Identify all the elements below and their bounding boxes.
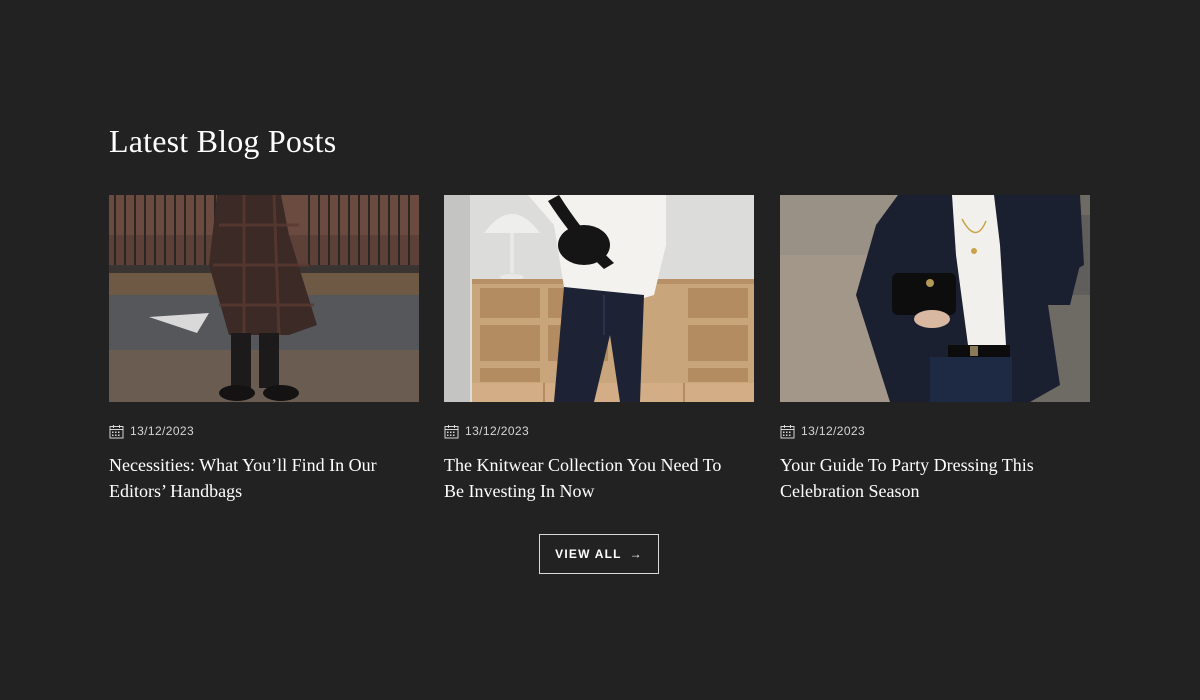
post-date: 13/12/2023 bbox=[801, 424, 866, 438]
post-image-navy-blazer bbox=[780, 195, 1090, 402]
view-all-label: VIEW ALL bbox=[555, 547, 622, 561]
post-image[interactable] bbox=[780, 195, 1090, 402]
blog-post-card: 13/12/2023 The Knitwear Collection You N… bbox=[444, 195, 754, 504]
post-date: 13/12/2023 bbox=[465, 424, 530, 438]
calendar-icon bbox=[444, 424, 459, 438]
arrow-right-icon: → bbox=[629, 547, 643, 561]
post-meta: 13/12/2023 bbox=[780, 423, 1090, 439]
calendar-icon bbox=[780, 424, 795, 438]
calendar-icon bbox=[109, 424, 124, 438]
post-title-link[interactable]: Your Guide To Party Dressing This Celebr… bbox=[780, 452, 1080, 504]
blog-post-card: 13/12/2023 Your Guide To Party Dressing … bbox=[780, 195, 1090, 504]
post-date: 13/12/2023 bbox=[130, 424, 195, 438]
post-image[interactable] bbox=[444, 195, 754, 402]
post-meta: 13/12/2023 bbox=[109, 423, 419, 439]
post-title-link[interactable]: Necessities: What You’ll Find In Our Edi… bbox=[109, 452, 409, 504]
post-image[interactable] bbox=[109, 195, 419, 402]
blog-post-card: 13/12/2023 Necessities: What You’ll Find… bbox=[109, 195, 419, 504]
post-meta: 13/12/2023 bbox=[444, 423, 754, 439]
post-image-plaid-coat bbox=[109, 195, 419, 402]
post-image-knitwear bbox=[444, 195, 754, 402]
view-all-button[interactable]: VIEW ALL → bbox=[539, 534, 659, 574]
section-title: Latest Blog Posts bbox=[109, 123, 337, 159]
post-title-link[interactable]: The Knitwear Collection You Need To Be I… bbox=[444, 452, 744, 504]
